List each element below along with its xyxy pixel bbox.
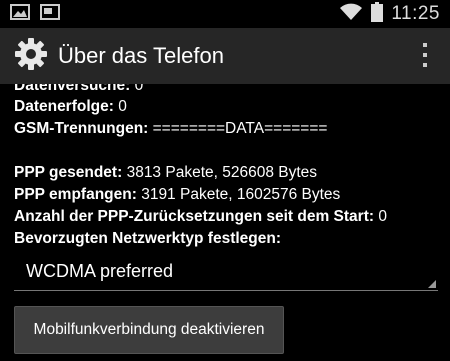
info-value: 0 bbox=[130, 84, 144, 94]
network-type-selected: WCDMA preferred bbox=[26, 261, 174, 281]
radio-info-content[interactable]: Datenversuche: 0 Datenerfolge: 0 GSM-Tre… bbox=[0, 84, 450, 361]
toggle-radio-button[interactable]: Mobilfunkverbindung deaktivieren bbox=[14, 306, 284, 354]
status-time: 11:25 bbox=[391, 3, 440, 24]
info-label: PPP empfangen: bbox=[14, 186, 137, 203]
battery-icon bbox=[371, 1, 384, 27]
info-ppp-gesendet: PPP gesendet: 3813 Pakete, 526608 Bytes bbox=[14, 164, 317, 182]
info-ppp-empfangen: PPP empfangen: 3191 Pakete, 1602576 Byte… bbox=[14, 186, 340, 204]
status-bar: 11:25 bbox=[0, 0, 450, 28]
info-label: Datenerfolge: bbox=[14, 98, 114, 115]
info-ppp-resets: Anzahl der PPP-Zurücksetzungen seit dem … bbox=[14, 208, 387, 226]
network-type-spinner[interactable]: WCDMA preferred bbox=[14, 254, 438, 291]
info-value: 3813 Pakete, 526608 Bytes bbox=[122, 164, 318, 181]
info-value: ========DATA======= bbox=[148, 120, 328, 137]
info-network-type-label: Bevorzugten Netzwerktyp festlegen: bbox=[14, 230, 281, 248]
info-label: Bevorzugten Netzwerktyp festlegen: bbox=[14, 230, 281, 247]
info-value: 0 bbox=[113, 98, 127, 115]
gear-icon[interactable] bbox=[14, 37, 48, 76]
page-title: Über das Telefon bbox=[58, 43, 224, 68]
info-value: 3191 Pakete, 1602576 Bytes bbox=[136, 186, 341, 203]
info-label: GSM-Trennungen: bbox=[14, 120, 149, 137]
info-label: Anzahl der PPP-Zurücksetzungen seit dem … bbox=[14, 208, 375, 225]
info-value: 0 bbox=[374, 208, 387, 225]
info-label: PPP gesendet: bbox=[14, 164, 123, 181]
gallery-icon bbox=[10, 3, 30, 25]
screenshot-icon bbox=[40, 3, 60, 25]
info-datenerfolge: Datenerfolge: 0 bbox=[14, 98, 127, 116]
action-bar: Über das Telefon bbox=[0, 28, 450, 84]
dropdown-arrow-icon bbox=[428, 280, 436, 288]
overflow-menu-icon[interactable] bbox=[422, 42, 428, 73]
info-gsm-trennungen: GSM-Trennungen: ========DATA======= bbox=[14, 120, 327, 138]
info-label: Datenversuche: bbox=[14, 84, 131, 94]
wifi-icon bbox=[339, 3, 363, 26]
info-datenversuche: Datenversuche: 0 bbox=[14, 84, 143, 95]
